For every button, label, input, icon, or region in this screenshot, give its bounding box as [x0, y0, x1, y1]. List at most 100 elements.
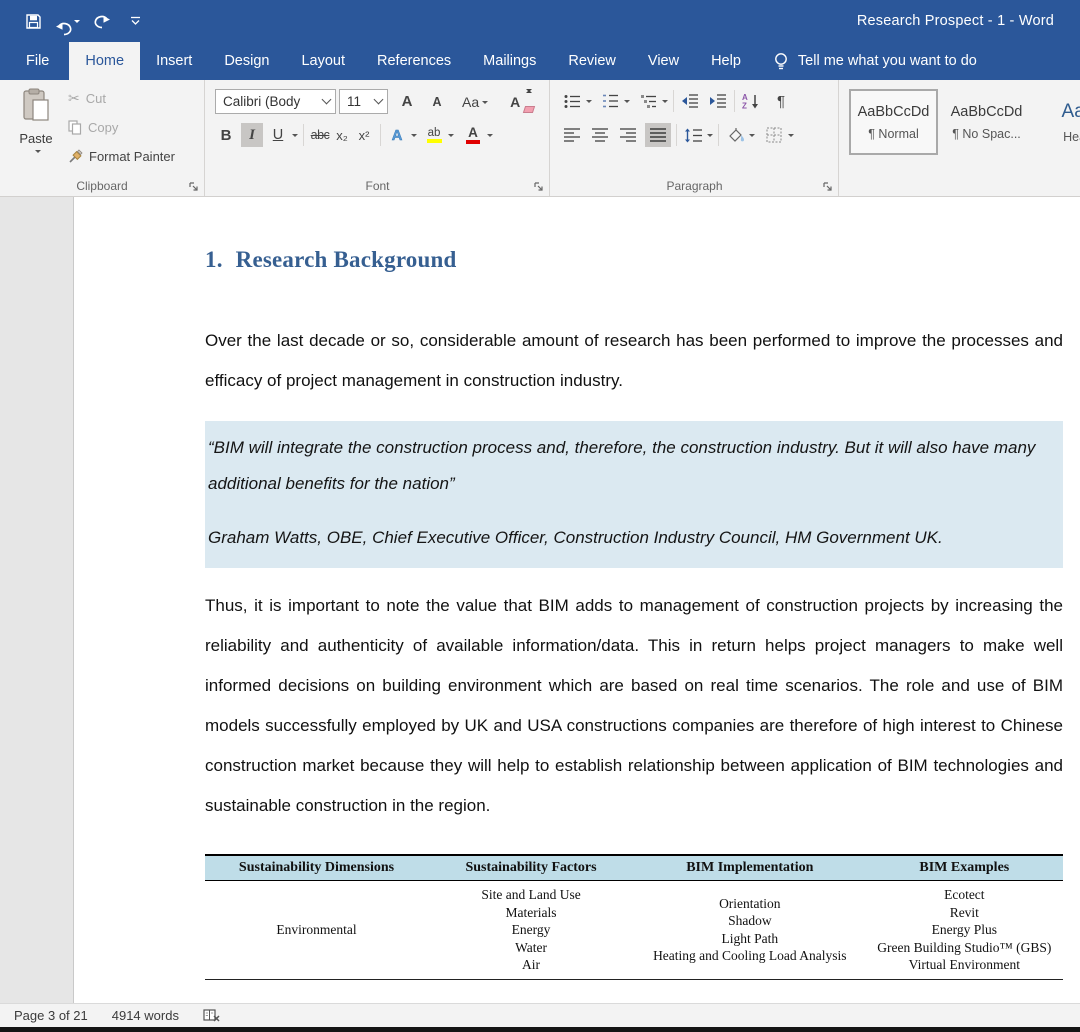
table-header-cell[interactable]: BIM Implementation: [634, 855, 866, 881]
clipboard-dialog-launcher-icon[interactable]: [189, 182, 199, 192]
undo-dropdown-icon[interactable]: [74, 20, 80, 26]
tab-mailings[interactable]: Mailings: [467, 42, 552, 80]
proofing-errors-icon[interactable]: [191, 1004, 232, 1027]
page-count[interactable]: Page 3 of 21: [0, 1004, 100, 1027]
save-icon[interactable]: [18, 6, 48, 36]
section-heading[interactable]: 1.Research Background: [205, 247, 1063, 273]
heading-text: Research Background: [236, 247, 457, 272]
copy-button[interactable]: Copy: [68, 117, 175, 138]
paragraph-2[interactable]: Thus, it is important to note the value …: [205, 586, 1063, 826]
line-spacing-button[interactable]: [682, 123, 704, 147]
style-normal[interactable]: AaBbCcDd ¶ Normal: [849, 89, 938, 155]
table-cell-factors[interactable]: Site and Land Use Materials Energy Water…: [428, 881, 634, 980]
borders-dropdown-icon[interactable]: [788, 134, 794, 140]
window-title: Research Prospect - 1 - Word: [857, 0, 1054, 42]
font-dialog-launcher-icon[interactable]: [534, 182, 544, 192]
bullets-dropdown-icon[interactable]: [586, 100, 592, 106]
tab-design[interactable]: Design: [208, 42, 285, 80]
font-color-button[interactable]: A: [462, 123, 484, 147]
multilevel-list-button[interactable]: [637, 89, 659, 113]
bold-button[interactable]: B: [215, 123, 237, 147]
tab-references[interactable]: References: [361, 42, 467, 80]
tab-insert[interactable]: Insert: [140, 42, 208, 80]
paste-button[interactable]: Paste: [10, 88, 62, 180]
table-cell-examples[interactable]: Ecotect Revit Energy Plus Green Building…: [866, 881, 1063, 980]
numbering-button[interactable]: [599, 89, 621, 113]
superscript-button[interactable]: x²: [353, 123, 375, 147]
eraser-icon: [523, 106, 535, 113]
italic-button[interactable]: I: [241, 123, 263, 147]
change-case-button[interactable]: Aa: [462, 90, 488, 114]
format-painter-button[interactable]: Format Painter: [68, 146, 175, 167]
sustainability-table[interactable]: Sustainability Dimensions Sustainability…: [205, 854, 1063, 980]
document-area: 1.Research Background Over the last deca…: [0, 197, 1080, 1003]
divider: [718, 124, 719, 146]
text-effects-dropdown-icon[interactable]: [411, 134, 417, 140]
underline-button[interactable]: U: [267, 123, 289, 147]
tab-home[interactable]: Home: [69, 42, 140, 80]
table-header-cell[interactable]: BIM Examples: [866, 855, 1063, 881]
font-size-combobox[interactable]: 11: [339, 89, 388, 114]
chevron-down-icon: [322, 95, 332, 105]
table-header-cell[interactable]: Sustainability Dimensions: [205, 855, 428, 881]
quote-block[interactable]: “BIM will integrate the construction pro…: [205, 421, 1063, 568]
cut-button[interactable]: ✂ Cut: [68, 88, 175, 109]
ribbon: Paste ✂ Cut Copy Format Painter Clipboar…: [0, 80, 1080, 197]
redo-button[interactable]: [86, 6, 116, 36]
word-count[interactable]: 4914 words: [100, 1004, 191, 1027]
highlight-dropdown-icon[interactable]: [448, 134, 454, 140]
undo-button[interactable]: [52, 6, 82, 36]
text-effects-button[interactable]: A: [386, 123, 408, 147]
increase-indent-button[interactable]: [707, 89, 729, 113]
font-name-combobox[interactable]: Calibri (Body: [215, 89, 336, 114]
clipboard-group: Paste ✂ Cut Copy Format Painter Clipboar…: [0, 80, 205, 196]
tab-view[interactable]: View: [632, 42, 695, 80]
dropdown-icon: [482, 101, 488, 107]
table-row: Environmental Site and Land Use Material…: [205, 881, 1063, 980]
line-spacing-dropdown-icon[interactable]: [707, 134, 713, 140]
document-page[interactable]: 1.Research Background Over the last deca…: [75, 197, 1080, 1003]
subscript-button[interactable]: x₂: [331, 123, 353, 147]
quote-text[interactable]: “BIM will integrate the construction pro…: [208, 430, 1059, 502]
grow-font-button[interactable]: A: [396, 90, 418, 114]
text-highlight-button[interactable]: ab: [423, 123, 445, 147]
style-heading1[interactable]: AaB Headi: [1035, 89, 1080, 155]
show-formatting-marks-button[interactable]: ¶: [770, 89, 792, 113]
font-color-dropdown-icon[interactable]: [487, 134, 493, 140]
align-left-button[interactable]: [561, 123, 583, 147]
paragraph-dialog-launcher-icon[interactable]: [823, 182, 833, 192]
tab-help[interactable]: Help: [695, 42, 757, 80]
tell-me-box[interactable]: Tell me what you want to do: [773, 42, 977, 80]
customize-qat-icon[interactable]: [120, 6, 150, 36]
shrink-font-button[interactable]: A: [426, 90, 448, 114]
shading-button[interactable]: [724, 123, 746, 147]
table-header-cell[interactable]: Sustainability Factors: [428, 855, 634, 881]
table-cell-dimension[interactable]: Environmental: [205, 881, 428, 980]
tab-layout[interactable]: Layout: [285, 42, 361, 80]
strikethrough-button[interactable]: abc: [309, 123, 331, 147]
align-right-button[interactable]: [617, 123, 639, 147]
justify-button[interactable]: [645, 123, 671, 147]
shading-dropdown-icon[interactable]: [749, 134, 755, 140]
tab-file[interactable]: File: [6, 42, 69, 80]
divider: [673, 90, 674, 112]
align-center-button[interactable]: [589, 123, 611, 147]
paragraph-1[interactable]: Over the last decade or so, considerable…: [205, 321, 1063, 401]
style-no-spacing[interactable]: AaBbCcDd ¶ No Spac...: [942, 89, 1031, 155]
clear-formatting-button[interactable]: A: [504, 90, 526, 114]
decrease-indent-button[interactable]: [679, 89, 701, 113]
paste-dropdown-icon[interactable]: [35, 150, 41, 156]
numbering-dropdown-icon[interactable]: [624, 100, 630, 106]
underline-dropdown-icon[interactable]: [292, 134, 298, 140]
multilevel-dropdown-icon[interactable]: [662, 100, 668, 106]
borders-button[interactable]: [763, 123, 785, 147]
svg-text:Z: Z: [742, 102, 747, 110]
lightbulb-icon: [773, 51, 789, 72]
tab-review[interactable]: Review: [552, 42, 632, 80]
table-cell-implementation[interactable]: Orientation Shadow Light Path Heating an…: [634, 881, 866, 980]
divider: [380, 124, 381, 146]
bullets-button[interactable]: [561, 89, 583, 113]
quote-attribution[interactable]: Graham Watts, OBE, Chief Executive Offic…: [208, 520, 1059, 556]
table-header-row: Sustainability Dimensions Sustainability…: [205, 855, 1063, 881]
sort-button[interactable]: AZ: [740, 89, 762, 113]
